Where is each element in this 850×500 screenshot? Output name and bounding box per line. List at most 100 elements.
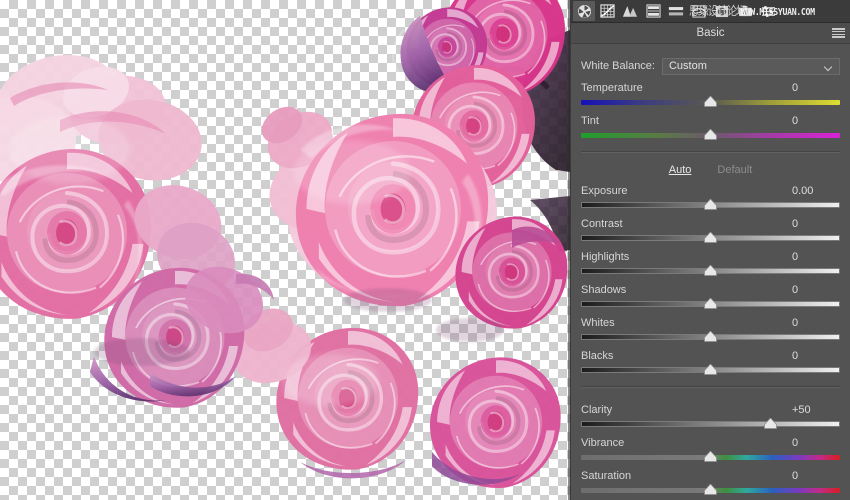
slider-blacks[interactable]: Blacks 0 — [581, 350, 840, 376]
slider-track[interactable] — [581, 421, 840, 427]
slider-head: Whites 0 — [581, 317, 840, 331]
chevron-down-icon — [825, 64, 833, 69]
slider-thumb[interactable] — [704, 364, 717, 375]
lens-correction-icon — [692, 4, 706, 18]
panel-menu-icon[interactable] — [832, 27, 845, 39]
tab-camera-calibration[interactable] — [734, 1, 756, 21]
slider-whites[interactable]: Whites 0 — [581, 317, 840, 343]
slider-head: Saturation 0 — [581, 470, 840, 484]
tab-effects[interactable] — [711, 1, 733, 21]
slider-label: Exposure — [581, 185, 628, 197]
camera-calibration-icon — [738, 5, 752, 16]
auto-default-row: Auto Default — [581, 162, 840, 178]
slider-track-wrap[interactable] — [581, 484, 840, 496]
slider-head: Highlights 0 — [581, 251, 840, 265]
slider-thumb[interactable] — [704, 484, 717, 495]
panel-title: Basic — [696, 27, 725, 39]
slider-track-wrap[interactable] — [581, 331, 840, 343]
slider-vibrance[interactable]: Vibrance 0 — [581, 437, 840, 463]
slider-track-wrap[interactable] — [581, 364, 840, 376]
tab-detail[interactable] — [619, 1, 641, 21]
panel-body: White Balance: Custom Temperature 0 Tint… — [571, 57, 850, 496]
slider-value[interactable]: +50 — [788, 404, 840, 416]
slider-label: Highlights — [581, 251, 630, 263]
aperture-icon — [577, 4, 591, 18]
slider-value[interactable]: 0 — [788, 317, 840, 329]
slider-track-wrap[interactable] — [581, 232, 840, 244]
panel-tab-strip[interactable]: 思缘设计论坛 WWW.MISSYUAN.COM — [571, 0, 850, 23]
slider-head: Contrast 0 — [581, 218, 840, 232]
slider-value[interactable]: 0 — [788, 218, 840, 230]
slider-label: Contrast — [581, 218, 623, 230]
tab-presets[interactable] — [757, 1, 779, 21]
camera-raw-window: 思缘设计论坛 WWW.MISSYUAN.COM Basic White Bala… — [0, 0, 850, 500]
panel-header: Basic — [571, 23, 850, 44]
white-balance-select[interactable]: Custom — [661, 57, 840, 75]
white-balance-row: White Balance: Custom — [581, 57, 840, 75]
slider-thumb[interactable] — [704, 199, 717, 210]
slider-track-wrap[interactable] — [581, 451, 840, 463]
tab-basic[interactable] — [573, 1, 595, 21]
slider-thumb[interactable] — [704, 232, 717, 243]
white-balance-value: Custom — [668, 60, 707, 72]
slider-track-wrap[interactable] — [581, 129, 840, 141]
slider-label: Saturation — [581, 470, 632, 482]
slider-head: Tint 0 — [581, 115, 840, 129]
slider-thumb[interactable] — [704, 451, 717, 462]
slider-clarity[interactable]: Clarity +50 — [581, 404, 840, 430]
slider-label: Temperature — [581, 82, 643, 94]
default-link[interactable]: Default — [717, 164, 752, 176]
detail-icon — [622, 6, 638, 17]
white-balance-label: White Balance: — [581, 60, 655, 72]
rose-photo — [0, 0, 570, 500]
slider-head: Temperature 0 — [581, 82, 840, 96]
slider-value[interactable]: 0 — [788, 284, 840, 296]
image-canvas[interactable] — [0, 0, 570, 500]
slider-track-wrap[interactable] — [581, 418, 840, 430]
slider-thumb[interactable] — [704, 129, 717, 140]
slider-exposure[interactable]: Exposure 0.00 — [581, 185, 840, 211]
slider-value[interactable]: 0.00 — [788, 185, 840, 197]
slider-label: Tint — [581, 115, 599, 127]
slider-value[interactable]: 0 — [788, 82, 840, 94]
slider-value[interactable]: 0 — [788, 350, 840, 362]
adjustment-panel: 思缘设计论坛 WWW.MISSYUAN.COM Basic White Bala… — [570, 0, 850, 500]
auto-link[interactable]: Auto — [669, 164, 692, 176]
slider-track-wrap[interactable] — [581, 96, 840, 108]
slider-track-wrap[interactable] — [581, 265, 840, 277]
slider-head: Exposure 0.00 — [581, 185, 840, 199]
slider-temperature[interactable]: Temperature 0 — [581, 82, 840, 108]
effects-icon — [715, 5, 729, 17]
slider-label: Whites — [581, 317, 615, 329]
slider-tint[interactable]: Tint 0 — [581, 115, 840, 141]
slider-shadows[interactable]: Shadows 0 — [581, 284, 840, 310]
slider-thumb[interactable] — [763, 418, 777, 429]
slider-thumb[interactable] — [704, 96, 717, 107]
slider-head: Vibrance 0 — [581, 437, 840, 451]
slider-track-wrap[interactable] — [581, 298, 840, 310]
slider-track-wrap[interactable] — [581, 199, 840, 211]
slider-head: Shadows 0 — [581, 284, 840, 298]
tab-tone-curve[interactable] — [596, 1, 618, 21]
slider-saturation[interactable]: Saturation 0 — [581, 470, 840, 496]
tab-lens-corrections[interactable] — [688, 1, 710, 21]
slider-label: Vibrance — [581, 437, 625, 449]
presets-icon — [761, 5, 775, 17]
hsl-grayscale-icon — [645, 4, 661, 18]
slider-label: Shadows — [581, 284, 627, 296]
slider-thumb[interactable] — [704, 298, 717, 309]
tab-hsl-grayscale[interactable] — [642, 1, 664, 21]
slider-value[interactable]: 0 — [788, 437, 840, 449]
slider-value[interactable]: 0 — [788, 251, 840, 263]
tone-curve-icon — [599, 4, 615, 18]
slider-thumb[interactable] — [704, 331, 717, 342]
slider-contrast[interactable]: Contrast 0 — [581, 218, 840, 244]
slider-label: Clarity — [581, 404, 613, 416]
slider-value[interactable]: 0 — [788, 115, 840, 127]
slider-label: Blacks — [581, 350, 614, 362]
slider-value[interactable]: 0 — [788, 470, 840, 482]
tab-split-toning[interactable] — [665, 1, 687, 21]
slider-highlights[interactable]: Highlights 0 — [581, 251, 840, 277]
slider-thumb[interactable] — [704, 265, 717, 276]
split-toning-icon — [668, 6, 684, 15]
